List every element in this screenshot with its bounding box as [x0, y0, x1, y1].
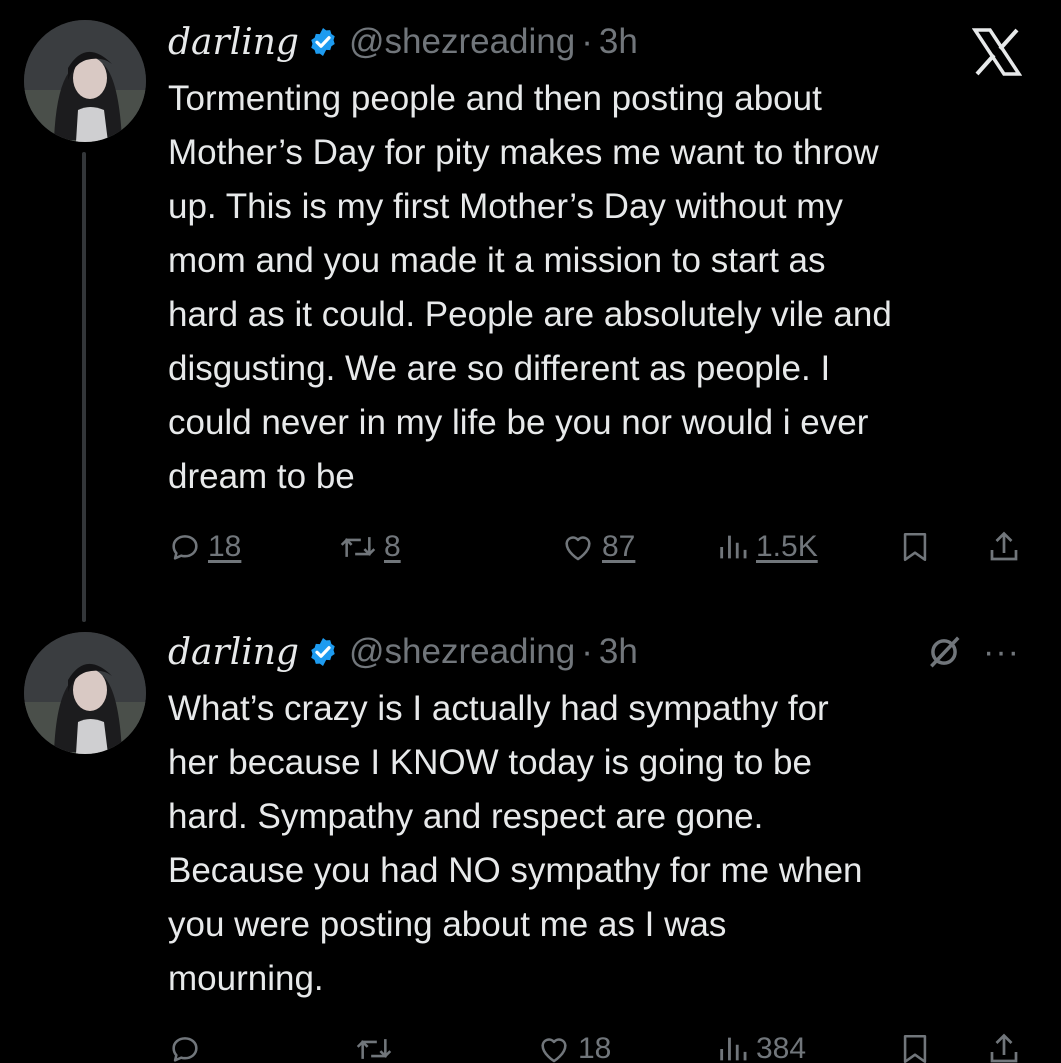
tweet-menu-area: ··· [925, 626, 1020, 678]
grok-icon[interactable] [925, 633, 963, 671]
display-name[interactable]: darling [168, 632, 299, 673]
x-logo-icon[interactable] [972, 28, 1022, 76]
tweet-actions: 18 8 87 1.5K [168, 522, 1048, 572]
display-name[interactable]: darling [168, 22, 299, 63]
tweet-text: What’s crazy is I actually had sympathy … [168, 689, 863, 998]
tweet-time[interactable]: 3h [599, 22, 638, 62]
like-button[interactable]: 87 [560, 522, 635, 572]
share-icon [990, 531, 1018, 561]
verified-badge-icon [311, 638, 335, 666]
repost-icon [340, 537, 376, 557]
separator-dot: · [581, 632, 593, 671]
views-icon [720, 535, 747, 559]
reply-button[interactable] [168, 1024, 202, 1063]
user-handle[interactable]: @shezreading [349, 22, 575, 62]
share-button[interactable] [986, 522, 1022, 572]
tweet-1[interactable]: darling @shezreading · 3h Tormenting peo… [0, 0, 1061, 622]
share-button[interactable] [986, 1024, 1022, 1063]
repost-button[interactable] [354, 1024, 394, 1063]
tweet-header: darling @shezreading · 3h [168, 626, 638, 678]
thread-line [82, 152, 86, 622]
like-count: 87 [602, 530, 636, 563]
repost-icon [356, 1039, 392, 1059]
share-icon [990, 1033, 1018, 1063]
tweet-header: darling @shezreading · 3h [168, 16, 638, 68]
views-count: 1.5K [756, 530, 818, 563]
repost-button[interactable]: 8 [338, 522, 401, 572]
verified-badge-icon [311, 28, 335, 56]
avatar[interactable] [24, 20, 146, 142]
separator-dot: · [581, 22, 593, 61]
tweet-2[interactable]: darling @shezreading · 3h ··· What’s cra… [0, 620, 1061, 1063]
like-button[interactable]: 18 [536, 1024, 611, 1063]
tweet-actions: 18 384 [168, 1024, 1048, 1063]
views-button[interactable]: 384 [716, 1024, 806, 1063]
views-count: 384 [756, 1032, 807, 1063]
user-handle[interactable]: @shezreading [349, 632, 575, 672]
reply-icon [172, 1037, 198, 1062]
tweet-text: Tormenting people and then posting about… [168, 79, 892, 496]
bookmark-icon [903, 532, 927, 562]
avatar[interactable] [24, 632, 146, 754]
bookmark-icon [903, 1034, 927, 1063]
heart-icon [565, 536, 591, 561]
more-icon[interactable]: ··· [983, 633, 1020, 672]
like-count: 18 [578, 1032, 612, 1063]
bookmark-button[interactable] [898, 1024, 932, 1063]
reply-count: 18 [208, 530, 242, 563]
reply-button[interactable]: 18 [168, 522, 241, 572]
reply-icon [172, 535, 198, 560]
repost-count: 8 [384, 530, 401, 563]
heart-icon [541, 1038, 567, 1063]
views-icon [720, 1037, 747, 1061]
tweet-time[interactable]: 3h [599, 632, 638, 672]
bookmark-button[interactable] [898, 522, 932, 572]
views-button[interactable]: 1.5K [716, 522, 818, 572]
